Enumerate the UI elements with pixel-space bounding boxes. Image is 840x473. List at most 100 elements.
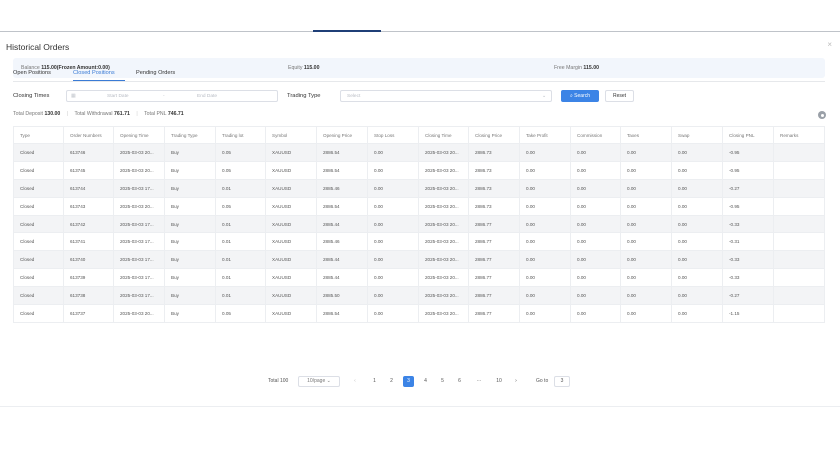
- page-button-10[interactable]: 10: [492, 376, 506, 387]
- table-row[interactable]: Closed 613738 2025-03-03 17... Buy 0.01 XAUUS…: [13, 286, 825, 306]
- table-cell: 0.00: [620, 178, 672, 198]
- table-cell: 2025-03-03 20...: [418, 214, 469, 234]
- end-date-input[interactable]: End Date: [197, 94, 217, 99]
- start-date-input[interactable]: Start Date: [107, 94, 129, 99]
- table-cell: 2885.50: [316, 286, 368, 306]
- column-header: Type: [13, 126, 64, 144]
- table-cell: 0.00: [367, 196, 419, 216]
- table-cell: XAUUSD: [265, 160, 317, 180]
- table-cell: 0.00: [367, 268, 419, 288]
- table-cell: -0.27: [722, 178, 774, 198]
- chevron-down-icon: ⌄: [326, 378, 331, 384]
- table-cell: 613737: [63, 304, 114, 323]
- table-cell: [773, 143, 825, 162]
- column-header: Closing Time: [418, 126, 469, 144]
- total-withdrawal-value: 761.71: [114, 111, 130, 117]
- table-row[interactable]: Closed 613737 2025-03-03 20... Buy 0.05 XAUUS…: [13, 304, 825, 323]
- pagination-ellipsis[interactable]: ···: [472, 376, 486, 387]
- table-cell: 0.00: [570, 178, 621, 198]
- table-cell: 613739: [63, 268, 114, 288]
- page-button-4[interactable]: 4: [420, 376, 431, 387]
- table-cell: 0.00: [519, 178, 571, 198]
- table-cell: 0.00: [519, 232, 571, 252]
- free-margin-label: Free Margin: [554, 65, 582, 71]
- table-cell: 0.00: [671, 286, 723, 306]
- table-cell: 0.01: [215, 232, 266, 252]
- table-row[interactable]: Closed 613742 2025-03-03 17... Buy 0.01 XAUUS…: [13, 214, 825, 234]
- table-cell: -0.95: [722, 196, 774, 216]
- page-button-3[interactable]: 3: [403, 376, 414, 387]
- table-cell: 613742: [63, 214, 114, 234]
- total-deposit-value: 130.00: [44, 111, 61, 117]
- table-cell: 2886.77: [468, 268, 520, 288]
- table-cell: 0.00: [570, 268, 621, 288]
- table-cell: XAUUSD: [265, 196, 317, 216]
- table-cell: XAUUSD: [265, 143, 317, 162]
- calendar-icon: ▦: [71, 94, 76, 99]
- table-cell: [773, 196, 825, 216]
- table-cell: [773, 286, 825, 306]
- table-cell: 2025-03-03 20...: [418, 178, 469, 198]
- tab-open-positions[interactable]: Open Positions: [13, 70, 51, 76]
- table-cell: 0.00: [620, 286, 672, 306]
- table-row[interactable]: Closed 613741 2025-03-03 17... Buy 0.01 XAUUS…: [13, 232, 825, 252]
- table-cell: 0.00: [367, 160, 419, 180]
- table-cell: 0.00: [570, 250, 621, 270]
- table-cell: XAUUSD: [265, 304, 317, 323]
- page-button-6[interactable]: 6: [454, 376, 465, 387]
- tabs-divider: [13, 81, 825, 82]
- table-row[interactable]: Closed 613740 2025-03-03 17... Buy 0.01 XAUUS…: [13, 250, 825, 270]
- pagination-total: Total 100: [268, 378, 289, 384]
- table-cell: [773, 250, 825, 270]
- table-cell: 0.00: [367, 214, 419, 234]
- tab-closed-positions[interactable]: Closed Positions: [73, 70, 115, 76]
- close-icon[interactable]: ×: [827, 40, 832, 49]
- table-cell: 2025-03-03 20...: [113, 143, 165, 162]
- next-page-button[interactable]: ›: [511, 376, 521, 387]
- closing-times-label: Closing Times: [13, 93, 50, 99]
- trading-type-select[interactable]: Select ⌄: [340, 90, 552, 102]
- table-cell: Closed: [13, 143, 64, 162]
- table-cell: 613740: [63, 250, 114, 270]
- table-row[interactable]: Closed 613746 2025-03-03 20... Buy 0.05 XAUUS…: [13, 143, 825, 162]
- column-header: Taxes: [620, 126, 672, 144]
- table-cell: 2886.54: [316, 304, 368, 323]
- table-cell: 613743: [63, 196, 114, 216]
- tab-pending-orders[interactable]: Pending Orders: [136, 70, 175, 76]
- date-range-separator: -: [163, 94, 165, 99]
- equity-value: 115.00: [303, 65, 320, 71]
- table-cell: 0.00: [367, 143, 419, 162]
- page-button-2[interactable]: 2: [386, 376, 397, 387]
- page-button-1[interactable]: 1: [369, 376, 380, 387]
- table-row[interactable]: Closed 613739 2025-03-03 17... Buy 0.01 XAUUS…: [13, 268, 825, 288]
- table-cell: Buy: [164, 214, 216, 234]
- table-cell: -1.15: [722, 304, 774, 323]
- table-cell: 0.00: [570, 232, 621, 252]
- search-button[interactable]: ⌕ Search: [561, 90, 599, 102]
- closing-date-range-picker[interactable]: ▦ Start Date - End Date: [66, 90, 278, 102]
- table-cell: 0.00: [671, 214, 723, 234]
- table-cell: 2886.77: [468, 232, 520, 252]
- table-cell: Closed: [13, 268, 64, 288]
- settings-gear-icon[interactable]: [818, 111, 826, 119]
- total-withdrawal-label: Total Withdrawal: [74, 111, 113, 117]
- page-button-5[interactable]: 5: [437, 376, 448, 387]
- free-margin-value: 115.00: [583, 65, 600, 71]
- table-row[interactable]: Closed 613744 2025-03-03 17... Buy 0.01 XAUUS…: [13, 178, 825, 198]
- totals-separator: |: [136, 111, 138, 117]
- column-header: Trading lot: [215, 126, 266, 144]
- table-cell: 2885.46: [316, 178, 368, 198]
- reset-button[interactable]: Reset: [605, 90, 634, 102]
- table-cell: 613746: [63, 143, 114, 162]
- trading-type-label: Trading Type: [287, 93, 321, 99]
- table-row[interactable]: Closed 613743 2025-03-03 20... Buy 0.05 XAUUS…: [13, 196, 825, 216]
- chevron-down-icon: ⌄: [542, 94, 547, 99]
- table-cell: -0.27: [722, 286, 774, 306]
- table-cell: 2885.44: [316, 268, 368, 288]
- prev-page-button[interactable]: ‹: [350, 376, 360, 387]
- goto-page-input[interactable]: 3: [554, 376, 570, 387]
- table-cell: 2886.77: [468, 304, 520, 323]
- table-row[interactable]: Closed 613745 2025-03-03 20... Buy 0.05 XAUUS…: [13, 160, 825, 180]
- page-size-select[interactable]: 10/page ⌄: [298, 376, 340, 387]
- column-header: Opening Time: [113, 126, 165, 144]
